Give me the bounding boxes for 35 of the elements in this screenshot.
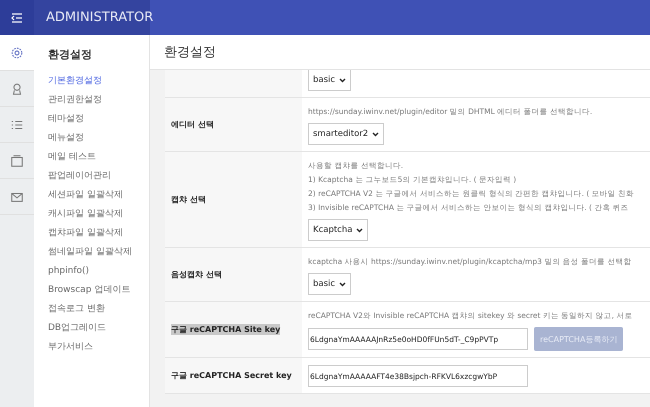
submenu-title: 환경설정 (48, 47, 93, 62)
submenu-item[interactable]: 메일 테스트 (48, 148, 149, 167)
settings-icon (10, 46, 24, 60)
submenu-item[interactable]: 팝업레이어관리 (48, 167, 149, 186)
page-title: 환경설정 (150, 35, 650, 70)
chevron-down-icon (356, 228, 364, 232)
field-label: 캡챠 선택 (171, 194, 206, 205)
window-icon (10, 154, 24, 168)
chevron-down-icon (339, 282, 346, 286)
submenu-item[interactable]: 메뉴설정 (48, 129, 149, 148)
submenu-item[interactable]: phpinfo() (48, 262, 149, 281)
submenu-item[interactable]: 캐시파일 일괄삭제 (48, 205, 149, 224)
submenu-item[interactable]: 접속로그 변환 (48, 300, 149, 319)
submenu-item[interactable]: 부가서비스 (48, 338, 149, 357)
field-label: 음성캡챠 선택 (171, 269, 222, 280)
submenu-item[interactable]: DB업그레이드 (48, 319, 149, 338)
submenu-item[interactable]: 캡챠파일 일괄삭제 (48, 224, 149, 243)
sidebar-tab[interactable] (0, 35, 34, 71)
field-label: 에디터 선택 (171, 119, 214, 130)
submenu-item[interactable]: 기본환경설정 (48, 72, 149, 91)
select-dropdown[interactable]: basic (308, 70, 352, 91)
person-icon (10, 82, 24, 96)
submenu-item[interactable]: 썸네일파일 일괄삭제 (48, 243, 149, 262)
select-dropdown[interactable]: basic (308, 273, 352, 295)
field-label: 구글 reCAPTCHA Site key (171, 324, 280, 335)
select-dropdown[interactable]: smarteditor2 (308, 123, 384, 145)
menu-collapse-icon[interactable] (11, 12, 23, 22)
chevron-down-icon (339, 78, 346, 82)
submenu-item[interactable]: 관리권한설정 (48, 91, 149, 110)
select-dropdown[interactable]: Kcaptcha (308, 219, 368, 241)
submenu-item[interactable]: 테마설정 (48, 110, 149, 129)
submenu-item[interactable]: 세션파일 일괄삭제 (48, 186, 149, 205)
chevron-down-icon (372, 132, 380, 136)
field-label: 구글 reCAPTCHA Secret key (171, 370, 292, 381)
submenu-item[interactable]: Browscap 업데이트 (48, 281, 149, 300)
